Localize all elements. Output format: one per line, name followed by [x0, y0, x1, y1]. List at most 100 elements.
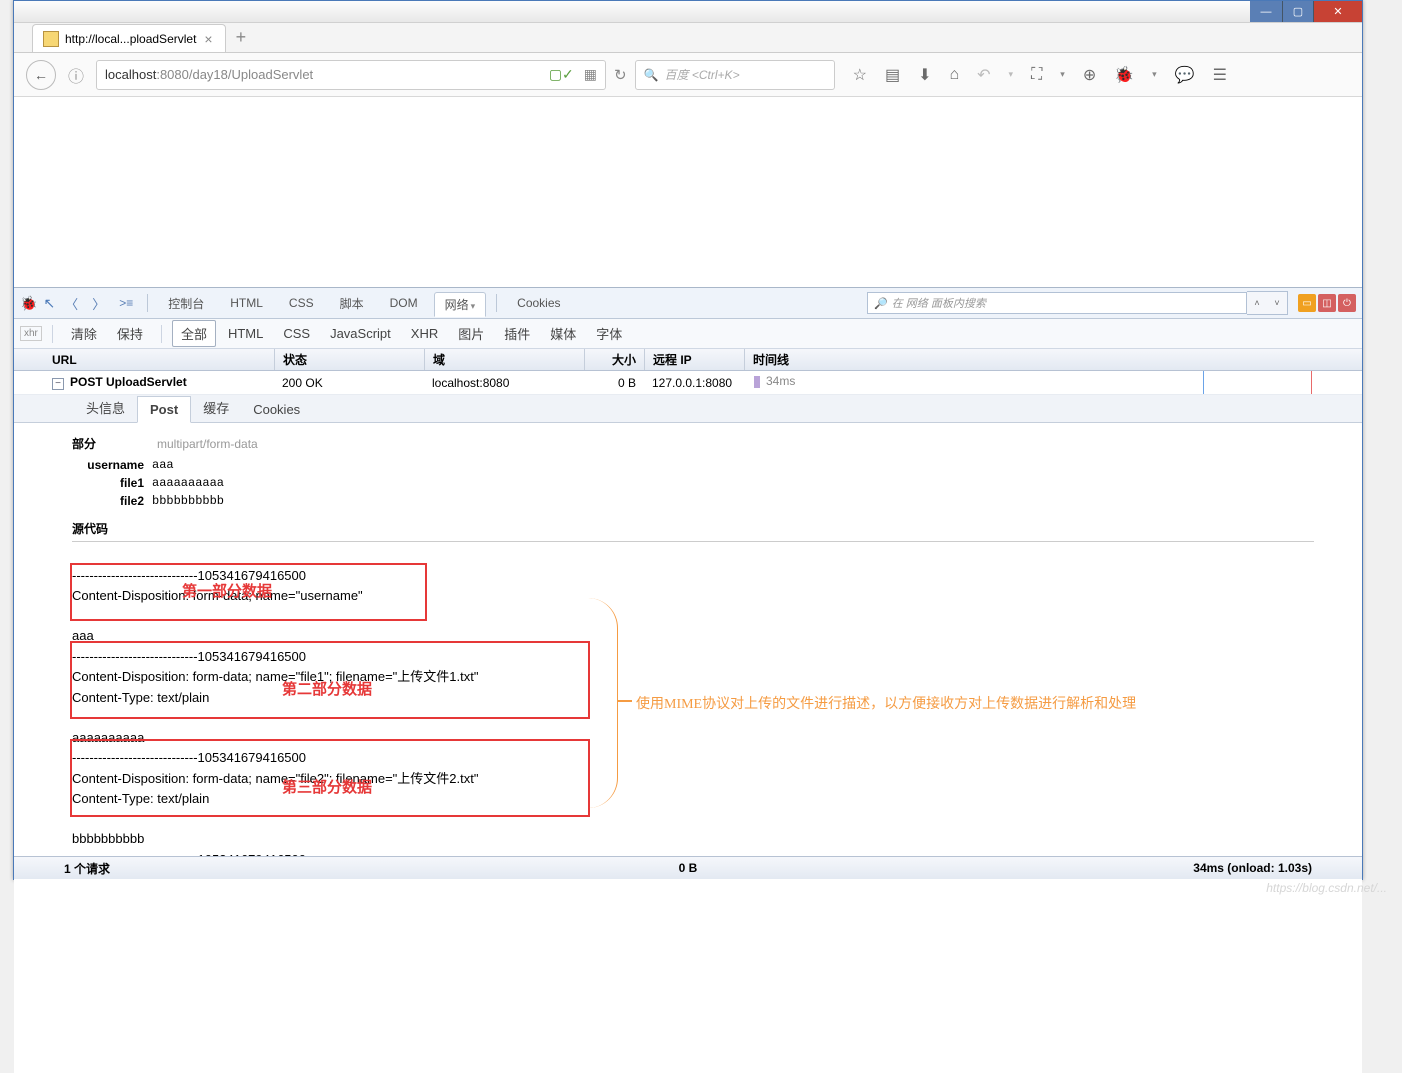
status-requests: 1 个请求: [64, 860, 110, 877]
site-info-icon[interactable]: ⓘ: [68, 63, 84, 87]
filter-js[interactable]: JavaScript: [322, 323, 399, 344]
filter-css[interactable]: CSS: [275, 323, 318, 344]
firebug-icon[interactable]: 🐞: [20, 295, 37, 312]
network-table-header: URL 状态 域 大小 远程 IP 时间线: [14, 349, 1362, 371]
search-input[interactable]: 🔍 百度 <Ctrl+K>: [635, 60, 835, 90]
new-tab-button[interactable]: +: [236, 27, 247, 48]
page-favicon: [43, 31, 59, 47]
devtools-panel: 🐞 ↖ 〈 〉 >≡ 控制台 HTML CSS 脚本 DOM 网络▾ Cooki…: [14, 287, 1362, 1073]
window-minimize-button[interactable]: —: [1250, 1, 1282, 22]
bug-icon[interactable]: 🐞: [1114, 65, 1134, 85]
annotation-connector: [618, 700, 632, 702]
shield-icon[interactable]: ▢✓: [549, 66, 574, 83]
request-size: 0 B: [584, 376, 644, 390]
back-button[interactable]: ←: [26, 60, 56, 90]
tab-post[interactable]: Post: [137, 396, 191, 423]
devtools-search-input[interactable]: 🔎 在 网络 面板内搜索: [867, 292, 1247, 314]
filter-all[interactable]: 全部: [172, 320, 216, 347]
filter-plugin[interactable]: 插件: [496, 321, 538, 346]
panel-script[interactable]: 脚本: [330, 292, 374, 315]
annotation-text: 使用MIME协议对上传的文件进行描述，以方便接收方对上传数据进行解析和处理: [636, 693, 1136, 713]
search-prev-button[interactable]: ˄: [1247, 292, 1267, 314]
expand-icon[interactable]: −: [52, 378, 64, 390]
nav-prev-icon[interactable]: 〈: [61, 294, 82, 313]
filter-xhr[interactable]: XHR: [403, 323, 446, 344]
search-icon: 🔍: [644, 68, 659, 82]
bookmark-star-icon[interactable]: ☆: [853, 65, 867, 85]
url-host: localhost: [105, 67, 156, 82]
filter-clear[interactable]: 清除: [63, 321, 105, 346]
qr-icon[interactable]: ▦: [584, 66, 597, 83]
home-icon[interactable]: ⌂: [949, 66, 959, 84]
network-filter-row: xhr 清除 保持 全部 HTML CSS JavaScript XHR 图片 …: [14, 319, 1362, 349]
tab-close-icon[interactable]: ×: [202, 31, 214, 47]
crop-icon[interactable]: ⛶: [1031, 66, 1042, 84]
reload-button[interactable]: ↻: [614, 66, 627, 84]
col-url[interactable]: URL: [44, 349, 274, 370]
browser-tab[interactable]: http://local...ploadServlet ×: [32, 24, 226, 52]
console-toggle-icon[interactable]: >≡: [115, 296, 137, 310]
col-status[interactable]: 状态: [274, 349, 424, 370]
post-panel: 部分 multipart/form-data username aaa file…: [14, 423, 1362, 1073]
section-parts-label: 部分: [72, 435, 157, 452]
col-ip[interactable]: 远程 IP: [644, 349, 744, 370]
highlight-label-3: 第三部分数据: [282, 777, 372, 800]
filter-persist[interactable]: 保持: [109, 321, 151, 346]
globe-icon[interactable]: ⊕: [1083, 65, 1096, 85]
chat-icon[interactable]: 💬: [1175, 65, 1195, 85]
filter-img[interactable]: 图片: [450, 321, 492, 346]
menu-icon[interactable]: ☰: [1213, 65, 1227, 85]
url-path: :8080/day18/UploadServlet: [156, 67, 313, 82]
panel-dom[interactable]: DOM: [380, 293, 428, 313]
highlight-label-1: 第一部分数据: [182, 581, 272, 604]
devtools-popout-button[interactable]: ◫: [1318, 294, 1336, 312]
devtools-minimize-button[interactable]: ▭: [1298, 294, 1316, 312]
window-titlebar: — ▢ ✕: [14, 1, 1362, 23]
navigation-toolbar: ← ⓘ localhost:8080/day18/UploadServlet ▢…: [14, 53, 1362, 97]
request-timeline: 34ms: [744, 371, 1362, 394]
panel-cookies[interactable]: Cookies: [507, 293, 570, 313]
col-size[interactable]: 大小: [584, 349, 644, 370]
request-ip: 127.0.0.1:8080: [644, 376, 744, 390]
request-status: 200 OK: [274, 376, 424, 390]
undo-icon[interactable]: ↶: [977, 65, 990, 85]
nav-next-icon[interactable]: 〉: [88, 294, 109, 313]
annotation-brace: [588, 598, 618, 808]
request-domain: localhost:8080: [424, 376, 584, 390]
search-icon: 🔎: [874, 297, 888, 310]
raw-source: -----------------------------10534167941…: [72, 546, 1314, 1065]
window-close-button[interactable]: ✕: [1314, 1, 1362, 22]
content-type-value: multipart/form-data: [157, 437, 258, 451]
xhr-badge-icon: xhr: [20, 326, 42, 341]
filter-html[interactable]: HTML: [220, 323, 271, 344]
status-timing: 34ms (onload: 1.03s): [1193, 861, 1312, 875]
filter-media[interactable]: 媒体: [542, 321, 584, 346]
url-input[interactable]: localhost:8080/day18/UploadServlet ▢✓ ▦: [96, 60, 606, 90]
inspector-icon[interactable]: ↖: [43, 295, 55, 312]
panel-console[interactable]: 控制台: [158, 292, 214, 315]
param-row: username aaa: [72, 456, 1314, 474]
param-row: file2 bbbbbbbbbb: [72, 492, 1314, 510]
tab-cookies[interactable]: Cookies: [241, 397, 312, 422]
highlight-label-2: 第二部分数据: [282, 679, 372, 702]
page-content: [14, 97, 1362, 287]
devtools-close-button[interactable]: ⏻: [1338, 294, 1356, 312]
param-row: file1 aaaaaaaaaa: [72, 474, 1314, 492]
panel-css[interactable]: CSS: [279, 293, 324, 313]
tab-cache[interactable]: 缓存: [191, 393, 241, 422]
search-placeholder: 百度 <Ctrl+K>: [665, 66, 740, 83]
window-maximize-button[interactable]: ▢: [1282, 1, 1314, 22]
panel-network[interactable]: 网络▾: [434, 292, 487, 317]
network-request-row[interactable]: −POST UploadServlet 200 OK localhost:808…: [14, 371, 1362, 395]
tab-headers[interactable]: 头信息: [74, 393, 137, 422]
search-next-button[interactable]: ˅: [1267, 292, 1287, 314]
request-name: POST UploadServlet: [70, 375, 187, 389]
col-timeline[interactable]: 时间线: [744, 349, 1362, 370]
panel-html[interactable]: HTML: [220, 293, 273, 313]
filter-font[interactable]: 字体: [588, 321, 630, 346]
request-detail-tabs: 头信息 Post 缓存 Cookies: [14, 395, 1362, 423]
col-domain[interactable]: 域: [424, 349, 584, 370]
tab-title: http://local...ploadServlet: [65, 32, 196, 46]
library-icon[interactable]: ▤: [885, 65, 900, 85]
download-icon[interactable]: ⬇: [918, 65, 931, 85]
